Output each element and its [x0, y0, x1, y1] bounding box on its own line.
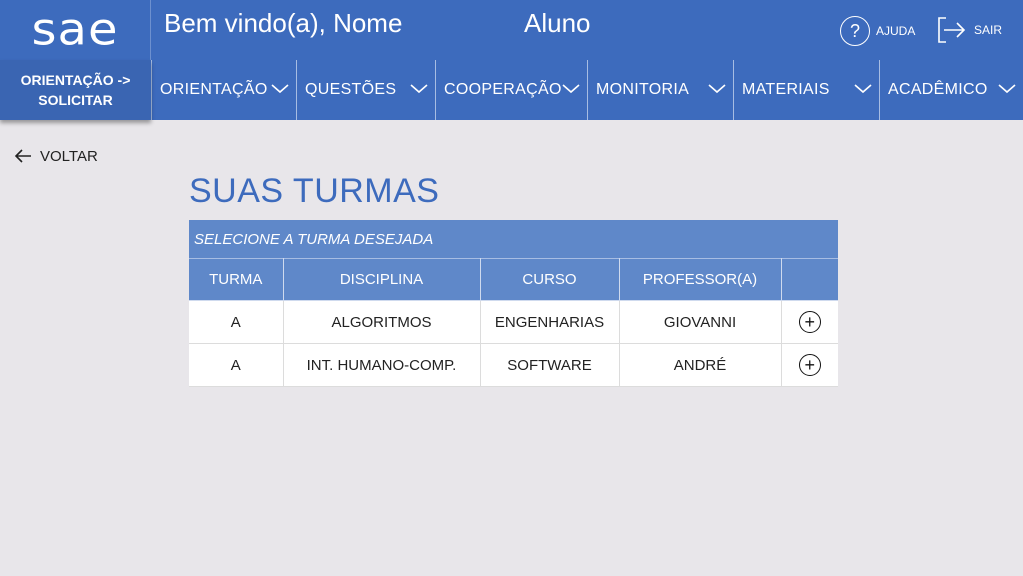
plus-circle-icon[interactable]: + — [798, 311, 821, 333]
chevron-down-icon — [854, 84, 872, 94]
nav-item-monitoria[interactable]: MONITORIA — [587, 60, 733, 120]
chevron-down-icon — [708, 84, 726, 94]
nav-item-academico[interactable]: ACADÊMICO — [879, 60, 1023, 120]
logo-text: sae — [31, 4, 119, 56]
chevron-down-icon — [562, 84, 580, 94]
arrow-left-icon — [14, 149, 31, 163]
cell-turma: A — [189, 343, 284, 387]
help-label: AJUDA — [876, 24, 916, 38]
chevron-down-icon — [410, 84, 428, 94]
cell-professor: ANDRÉ — [618, 343, 782, 387]
column-header-curso: CURSO — [479, 258, 620, 301]
nav-item-label: MONITORIA — [596, 81, 690, 98]
cell-turma: A — [189, 300, 284, 344]
top-header: sae Bem vindo(a), Nome Aluno ? AJUDA SAI… — [0, 0, 1023, 60]
cell-curso: SOFTWARE — [479, 343, 620, 387]
column-header-disciplina: DISCIPLINA — [282, 258, 481, 301]
nav-item-label: QUESTÕES — [305, 81, 397, 98]
back-link[interactable]: VOLTAR — [14, 145, 98, 167]
app-logo[interactable]: sae — [0, 0, 151, 60]
nav-current-section[interactable]: ORIENTAÇÃO -> SOLICITAR — [0, 60, 151, 120]
column-header-professor: PROFESSOR(A) — [618, 258, 782, 301]
logout-label: SAIR — [974, 23, 1003, 37]
table-row: A INT. HUMANO-COMP. SOFTWARE ANDRÉ + — [189, 343, 838, 387]
nav-item-label: COOPERAÇÃO — [444, 81, 562, 98]
help-button[interactable]: ? AJUDA — [840, 16, 915, 46]
cell-professor: GIOVANNI — [618, 300, 782, 344]
chevron-down-icon — [271, 84, 289, 94]
nav-item-orientacao[interactable]: ORIENTAÇÃO — [151, 60, 296, 120]
cell-curso: ENGENHARIAS — [479, 300, 620, 344]
cell-disciplina: INT. HUMANO-COMP. — [282, 343, 481, 387]
table-header-row: TURMA DISCIPLINA CURSO PROFESSOR(A) — [189, 258, 838, 301]
chevron-down-icon — [998, 84, 1016, 94]
table-caption: SELECIONE A TURMA DESEJADA — [189, 220, 838, 258]
plus-circle-icon[interactable]: + — [798, 354, 821, 376]
nav-item-questoes[interactable]: QUESTÕES — [296, 60, 435, 120]
nav-item-cooperacao[interactable]: COOPERAÇÃO — [435, 60, 587, 120]
nav-item-label: ORIENTAÇÃO — [160, 81, 268, 98]
cell-disciplina: ALGORITMOS — [282, 300, 481, 344]
page-title: SUAS TURMAS — [189, 172, 440, 210]
cell-action: + — [780, 343, 838, 387]
nav-item-materiais[interactable]: MATERIAIS — [733, 60, 879, 120]
nav-current-line1: ORIENTAÇÃO -> — [20, 72, 131, 88]
nav-item-label: MATERIAIS — [742, 81, 830, 98]
nav-item-label: ACADÊMICO — [888, 81, 988, 98]
nav-current-line2: SOLICITAR — [38, 92, 113, 108]
cell-action: + — [780, 300, 838, 344]
column-header-action — [780, 258, 838, 301]
classes-table: SELECIONE A TURMA DESEJADA TURMA DISCIPL… — [189, 220, 838, 387]
back-label: VOLTAR — [40, 147, 98, 165]
main-nav: ORIENTAÇÃO -> SOLICITAR ORIENTAÇÃO QUEST… — [0, 60, 1023, 120]
logout-button[interactable]: SAIR — [936, 14, 1002, 46]
user-role: Aluno — [524, 8, 591, 38]
logout-arrow-icon — [938, 17, 966, 43]
column-header-turma: TURMA — [189, 258, 284, 301]
table-row: A ALGORITMOS ENGENHARIAS GIOVANNI + — [189, 300, 838, 344]
question-circle-icon: ? — [840, 16, 870, 46]
welcome-text: Bem vindo(a), Nome — [164, 8, 403, 38]
